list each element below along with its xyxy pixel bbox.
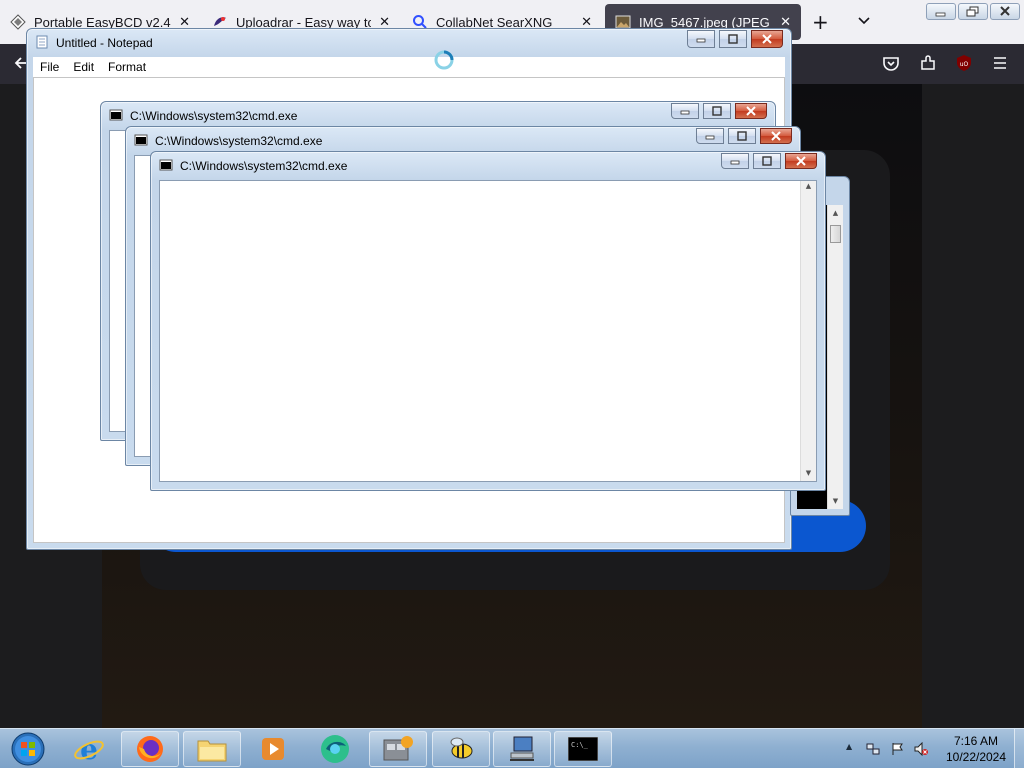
busy-cursor-icon (434, 50, 454, 70)
restore-icon (966, 6, 979, 17)
cmd-console-area[interactable]: ▲ ▼ (159, 180, 817, 482)
clock-date: 10/22/2024 (945, 750, 1007, 764)
system-clock[interactable]: 7:16 AM 10/22/2024 (936, 733, 1016, 765)
maximize-button[interactable] (703, 103, 731, 119)
scroll-down-icon[interactable]: ▼ (828, 493, 843, 509)
window-title: C:\Windows\system32\cmd.exe (180, 159, 348, 173)
maximize-icon (737, 131, 747, 141)
window-title: Untitled - Notepad (56, 36, 153, 50)
minimize-icon (705, 135, 715, 140)
cmd-icon (134, 134, 148, 146)
scroll-up-icon[interactable]: ▲ (801, 181, 816, 191)
svg-text:uO: uO (960, 61, 969, 68)
new-tab-button[interactable]: + (812, 10, 829, 34)
close-icon (796, 156, 806, 166)
notepad-icon (36, 35, 48, 49)
start-button[interactable] (0, 731, 56, 767)
minimize-button[interactable] (926, 3, 956, 20)
maximize-button[interactable] (719, 30, 747, 48)
menu-format[interactable]: Format (101, 60, 153, 74)
notepad-title-bar[interactable]: Untitled - Notepad (27, 29, 791, 57)
pocket-icon[interactable] (882, 54, 900, 72)
minimize-button[interactable] (671, 103, 699, 119)
scroll-up-icon[interactable]: ▲ (828, 205, 843, 221)
close-button[interactable] (760, 128, 792, 144)
scroll-down-icon[interactable]: ▼ (801, 465, 816, 481)
firefox-icon (137, 736, 163, 762)
maximize-icon (762, 156, 772, 166)
volume-muted-icon[interactable] (914, 742, 928, 756)
window-title: C:\Windows\system32\cmd.exe (155, 134, 323, 148)
taskbar-internet-explorer[interactable]: e (60, 731, 118, 767)
taskbar-bee-app[interactable] (432, 731, 490, 767)
internet-explorer-icon: e (74, 733, 104, 765)
minimize-button[interactable] (696, 128, 724, 144)
taskbar-file-explorer[interactable] (183, 731, 241, 767)
network-tray-icon[interactable] (866, 742, 880, 756)
taskbar-firefox[interactable] (121, 731, 179, 767)
maximize-button[interactable] (728, 128, 756, 144)
show-desktop-button[interactable] (1014, 729, 1024, 768)
clock-time: 7:16 AM (953, 734, 999, 748)
cmd-title-bar[interactable]: C:\Windows\system32\cmd.exe (151, 152, 825, 180)
close-icon (762, 34, 772, 44)
svg-text:C:\_: C:\_ (571, 741, 589, 749)
file-explorer-icon (197, 740, 227, 762)
action-center-flag-icon[interactable] (890, 742, 904, 756)
diamond-icon (10, 14, 26, 30)
close-button[interactable] (735, 103, 767, 119)
maximize-icon (728, 34, 738, 44)
show-hidden-icons-button[interactable]: ▲ (846, 742, 852, 751)
cmd-window-3: C:\Windows\system32\cmd.exe ▲ ▼ (150, 151, 826, 491)
minimize-icon (730, 160, 740, 165)
taskbar-media-player[interactable] (244, 731, 302, 767)
close-icon (1000, 6, 1010, 16)
scrollbar-thumb[interactable] (830, 225, 841, 243)
cmd-icon (159, 159, 173, 171)
close-button[interactable] (785, 153, 817, 169)
close-icon (746, 106, 756, 116)
maximize-button[interactable] (753, 153, 781, 169)
close-icon (771, 131, 781, 141)
start-orb-icon (11, 732, 45, 766)
minimize-icon (935, 12, 946, 17)
minimize-icon (680, 110, 690, 115)
media-player-icon (262, 738, 284, 760)
maximize-icon (712, 106, 722, 116)
menu-edit[interactable]: Edit (66, 60, 101, 74)
bee-app-icon (450, 737, 473, 759)
control-panel-icon (383, 736, 413, 761)
menu-icon[interactable] (991, 54, 1009, 72)
minimize-button[interactable] (721, 153, 749, 169)
extensions-icon[interactable] (919, 54, 937, 72)
window-title: C:\Windows\system32\cmd.exe (130, 109, 298, 123)
ublock-origin-icon[interactable]: uO (955, 54, 973, 72)
taskbar-control-panel[interactable] (369, 731, 427, 767)
notepad-menu-bar: File Edit Format (33, 57, 785, 77)
chevron-down-icon[interactable] (856, 12, 872, 28)
cmd-icon (109, 109, 123, 121)
network-computer-icon (510, 736, 534, 761)
close-button[interactable] (990, 3, 1020, 20)
chrome-like-icon (321, 735, 349, 763)
minimize-icon (696, 38, 706, 43)
taskbar-browser-app[interactable] (306, 731, 364, 767)
close-button[interactable] (751, 30, 783, 48)
taskbar-cmd[interactable]: C:\_ (554, 731, 612, 767)
taskbar-network[interactable] (493, 731, 551, 767)
minimize-button[interactable] (687, 30, 715, 48)
vertical-scrollbar[interactable]: ▲ ▼ (800, 181, 816, 481)
vertical-scrollbar[interactable]: ▲ ▼ (827, 205, 843, 509)
cmd-icon: C:\_ (568, 737, 598, 761)
svg-text:e: e (80, 733, 98, 765)
restore-button[interactable] (958, 3, 988, 20)
menu-file[interactable]: File (33, 60, 66, 74)
